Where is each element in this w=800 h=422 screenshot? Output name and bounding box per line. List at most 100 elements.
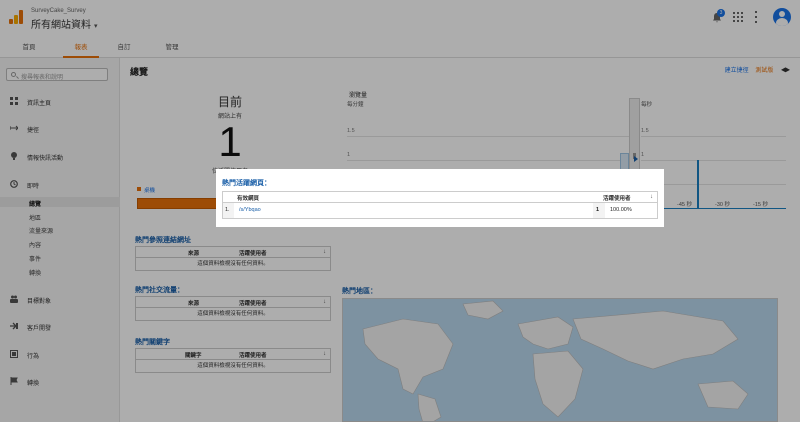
keywords-title: 熱門關鍵字 [135, 339, 170, 346]
sidebar-item-label: 轉換 [27, 381, 40, 387]
analytics-logo[interactable] [9, 10, 23, 24]
sidebar-item-realtime[interactable]: 即時 [0, 178, 120, 192]
view-selector[interactable]: 所有網站資料 ▾ [31, 16, 98, 31]
sidebar-subitem-overview[interactable]: 總覽 [29, 199, 41, 208]
sidebar-item-label: 客戶開發 [27, 326, 52, 332]
sidebar-subitem-events[interactable]: 事件 [29, 254, 41, 263]
nav-tabs: 首頁 報表 自訂 管理 [0, 36, 800, 58]
social-title: 熱門社交流量： [135, 287, 184, 294]
social-table: 來源 活躍使用者 ↓ 這個資料檢視沒有任何資料。 [135, 296, 331, 321]
referrals-table: 來源 活躍使用者 ↓ 這個資料檢視沒有任何資料。 [135, 246, 331, 271]
referrals-title: 熱門參照連結網址 [135, 237, 191, 244]
keywords-table: 關鍵字 活躍使用者 ↓ 這個資料檢視沒有任何資料。 [135, 348, 331, 373]
create-shortcut-link[interactable]: 建立捷徑 [725, 68, 749, 74]
sidebar-item-conversions[interactable]: 轉換 [0, 375, 120, 389]
x-tick-label: -30 秒 [715, 202, 730, 208]
row-user-count: 1 [596, 207, 600, 213]
sort-arrow-icon[interactable]: ↓ [323, 249, 326, 255]
page-title: 總覽 [130, 67, 149, 77]
sidebar-item-behavior[interactable]: 行為 [0, 348, 120, 362]
active-pages-title: 熱門活躍網頁： [222, 180, 271, 187]
col-active-users[interactable]: 活躍使用者 [603, 194, 631, 202]
sidebar-item-intelligence[interactable]: 情報快訊活動 [0, 150, 120, 164]
desktop-legend-label: 桌機 [144, 188, 156, 194]
sidebar-item-shortcuts[interactable]: 捷徑 [0, 122, 120, 136]
table-header: 關鍵字 活躍使用者 ↓ [136, 349, 330, 360]
active-users-panel: 目前 網站上有 1 位活躍使用者 [130, 93, 330, 175]
sort-arrow-icon[interactable]: ↓ [323, 299, 326, 305]
locations-title: 熱門地區： [342, 288, 377, 295]
x-tick-label: -45 秒 [677, 202, 692, 208]
notifications-button[interactable]: 3 [712, 9, 725, 23]
sidebar-item-label: 情報快訊活動 [27, 156, 64, 162]
sidebar-subitem-content[interactable]: 內容 [29, 240, 41, 249]
selected-subitem-highlight [0, 197, 120, 207]
row-rank: 1. [225, 207, 230, 213]
account-name: SurveyCake_Survey [31, 8, 86, 14]
tab-reports[interactable]: 報表 [63, 41, 99, 58]
beta-label[interactable]: 測試版 [755, 68, 773, 74]
x-tick-label: -15 秒 [753, 202, 768, 208]
world-map[interactable] [342, 298, 778, 422]
notification-badge: 3 [717, 9, 725, 17]
search-icon [11, 72, 16, 77]
sidebar-item-label: 捷徑 [27, 128, 40, 134]
chevron-right-icon[interactable] [634, 156, 638, 162]
y-tick-label: 1 [641, 152, 645, 158]
graduation-cap-icon[interactable] [781, 67, 790, 73]
tab-customize[interactable]: 自訂 [113, 41, 135, 58]
chart-bar[interactable] [696, 160, 699, 208]
search-placeholder: 搜尋報表和說明 [21, 75, 64, 81]
sidebar-subitem-conversions[interactable]: 轉換 [29, 268, 41, 277]
sidebar-item-dashboards[interactable]: 資訊主頁 [0, 95, 120, 109]
y-tick-label: 1 [347, 152, 351, 158]
col-active-users[interactable]: 活躍使用者 [239, 249, 267, 257]
page-path-link[interactable]: /s/Ybqao [239, 207, 261, 213]
no-data-message: 這個資料檢視沒有任何資料。 [197, 261, 269, 267]
world-map-graphic [362, 300, 749, 421]
active-pages-panel: 熱門活躍網頁： 有效網頁 活躍使用者 ↓ 1. /s/Ybqao 1 100.0… [216, 169, 664, 227]
view-name: 所有網站資料 [31, 20, 91, 31]
sidebar-item-acquisition[interactable]: 客戶開發 [0, 320, 120, 334]
sidebar-item-label: 行為 [27, 354, 40, 360]
sidebar-item-audience[interactable]: 目標對象 [0, 293, 120, 307]
table-header: 來源 活躍使用者 ↓ [136, 297, 330, 308]
table-header: 來源 活躍使用者 ↓ [136, 247, 330, 258]
avatar[interactable] [773, 8, 791, 26]
table-header: 有效網頁 活躍使用者 ↓ [223, 192, 657, 203]
sidebar-subitem-traffic-sources[interactable]: 流量來源 [29, 226, 53, 235]
top-bar: SurveyCake_Survey 所有網站資料 ▾ 3 [0, 0, 800, 36]
apps-grid-icon[interactable] [733, 12, 743, 22]
y-tick-label: 1.5 [347, 128, 355, 134]
active-user-count: 1 [218, 118, 242, 165]
grid-line [347, 136, 629, 137]
no-data-message: 這個資料檢視沒有任何資料。 [197, 311, 269, 317]
shortcut-icon [10, 125, 18, 131]
sort-arrow-icon[interactable]: ↓ [323, 351, 326, 357]
now-title: 目前 [217, 95, 242, 109]
grid-line [347, 160, 629, 161]
people-icon [10, 295, 18, 303]
col-active-users[interactable]: 活躍使用者 [239, 351, 267, 359]
acquisition-icon [10, 322, 18, 330]
no-data-message: 這個資料檢視沒有任何資料。 [197, 363, 269, 369]
more-vert-icon[interactable] [755, 11, 758, 23]
row-user-percent: 100.00% [610, 207, 632, 213]
tab-admin[interactable]: 管理 [161, 41, 183, 58]
bulb-icon [11, 152, 17, 160]
main-content: 總覽 建立捷徑 測試版 目前 網站上有 1 位活躍使用者 桌機 100% 熱門參… [120, 58, 800, 422]
search-input[interactable]: 搜尋報表和說明 [6, 68, 108, 81]
desktop-legend-swatch [137, 187, 141, 191]
col-active-users[interactable]: 活躍使用者 [239, 299, 267, 307]
sidebar-subitem-locations[interactable]: 地區 [29, 213, 41, 222]
tab-home[interactable]: 首頁 [18, 41, 40, 58]
grid-line [641, 136, 786, 137]
col-source: 來源 [188, 301, 200, 307]
sort-arrow-icon[interactable]: ↓ [650, 194, 653, 200]
chevron-down-icon: ▾ [94, 23, 98, 30]
sidebar-item-label: 資訊主頁 [27, 101, 52, 107]
clock-icon [10, 180, 18, 188]
col-active-page: 有效網頁 [237, 196, 260, 202]
page-actions: 建立捷徑 測試版 [725, 65, 790, 74]
behavior-icon [10, 350, 18, 358]
